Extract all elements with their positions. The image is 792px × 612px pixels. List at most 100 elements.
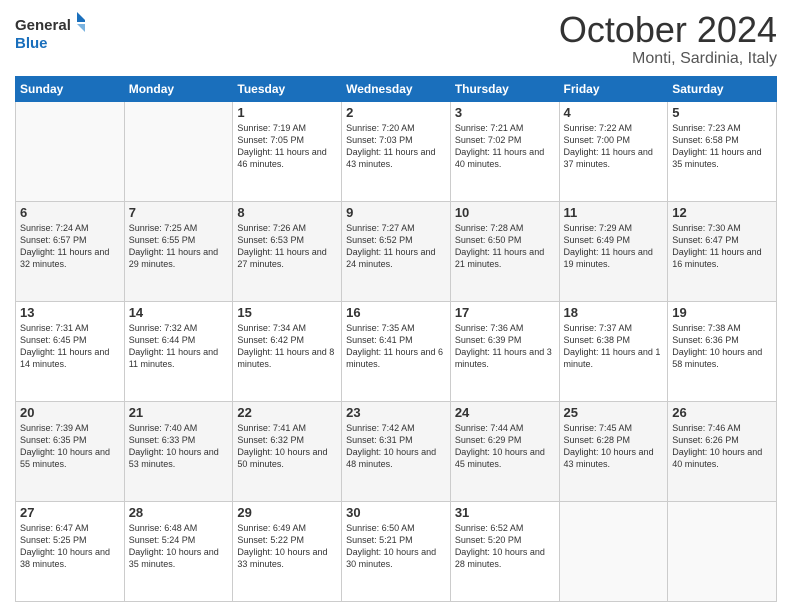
calendar-cell: 20Sunrise: 7:39 AM Sunset: 6:35 PM Dayli… [16,401,125,501]
day-info: Sunrise: 6:47 AM Sunset: 5:25 PM Dayligh… [20,522,120,571]
calendar-cell: 1 Sunrise: 7:19 AM Sunset: 7:05 PM Daylig… [233,101,342,201]
day-number: 24 [455,405,555,420]
calendar-header-row: SundayMondayTuesdayWednesdayThursdayFrid… [16,76,777,101]
day-info: Sunrise: 7:34 AM Sunset: 6:42 PM Dayligh… [237,322,337,371]
calendar-cell: 29 Sunrise: 6:49 AM Sunset: 5:22 PM Dayli… [233,501,342,601]
day-info: Sunrise: 7:44 AM Sunset: 6:29 PM Dayligh… [455,422,555,471]
day-info: Sunrise: 7:37 AM Sunset: 6:38 PM Dayligh… [564,322,664,371]
page: General Blue October 2024 Monti, Sardini… [0,0,792,612]
calendar-cell: 10Sunrise: 7:28 AM Sunset: 6:50 PM Dayli… [450,201,559,301]
col-header-friday: Friday [559,76,668,101]
calendar-cell: 21 Sunrise: 7:40 AM Sunset: 6:33 PM Dayli… [124,401,233,501]
svg-text:General: General [15,17,71,34]
day-number: 4 [564,105,664,120]
calendar-cell: 9 Sunrise: 7:27 AM Sunset: 6:52 PM Daylig… [342,201,451,301]
calendar-cell: 17 Sunrise: 7:36 AM Sunset: 6:39 PM Dayli… [450,301,559,401]
day-number: 20 [20,405,120,420]
logo: General Blue [15,10,85,55]
day-info: Sunrise: 7:35 AM Sunset: 6:41 PM Dayligh… [346,322,446,371]
calendar-cell: 4 Sunrise: 7:22 AM Sunset: 7:00 PM Daylig… [559,101,668,201]
calendar-cell: 8Sunrise: 7:26 AM Sunset: 6:53 PM Daylig… [233,201,342,301]
day-number: 17 [455,305,555,320]
col-header-monday: Monday [124,76,233,101]
day-info: Sunrise: 7:45 AM Sunset: 6:28 PM Dayligh… [564,422,664,471]
calendar-cell: 26 Sunrise: 7:46 AM Sunset: 6:26 PM Dayli… [668,401,777,501]
day-info: Sunrise: 7:25 AM Sunset: 6:55 PM Dayligh… [129,222,229,271]
day-number: 1 [237,105,337,120]
day-number: 26 [672,405,772,420]
calendar-cell [559,501,668,601]
day-number: 28 [129,505,229,520]
day-info: Sunrise: 7:32 AM Sunset: 6:44 PM Dayligh… [129,322,229,371]
day-number: 29 [237,505,337,520]
day-number: 25 [564,405,664,420]
day-number: 6 [20,205,120,220]
svg-text:Blue: Blue [15,35,48,52]
day-number: 9 [346,205,446,220]
day-number: 3 [455,105,555,120]
day-info: Sunrise: 7:29 AM Sunset: 6:49 PM Dayligh… [564,222,664,271]
day-number: 27 [20,505,120,520]
day-info: Sunrise: 7:38 AM Sunset: 6:36 PM Dayligh… [672,322,772,371]
calendar-cell: 24 Sunrise: 7:44 AM Sunset: 6:29 PM Dayli… [450,401,559,501]
calendar-cell: 14 Sunrise: 7:32 AM Sunset: 6:44 PM Dayli… [124,301,233,401]
col-header-saturday: Saturday [668,76,777,101]
week-row-1: 1 Sunrise: 7:19 AM Sunset: 7:05 PM Daylig… [16,101,777,201]
week-row-5: 27 Sunrise: 6:47 AM Sunset: 5:25 PM Dayli… [16,501,777,601]
day-number: 11 [564,205,664,220]
col-header-thursday: Thursday [450,76,559,101]
day-info: Sunrise: 6:49 AM Sunset: 5:22 PM Dayligh… [237,522,337,571]
day-number: 31 [455,505,555,520]
week-row-2: 6Sunrise: 7:24 AM Sunset: 6:57 PM Daylig… [16,201,777,301]
calendar-cell: 13 Sunrise: 7:31 AM Sunset: 6:45 PM Dayli… [16,301,125,401]
day-info: Sunrise: 7:31 AM Sunset: 6:45 PM Dayligh… [20,322,120,371]
col-header-tuesday: Tuesday [233,76,342,101]
day-number: 15 [237,305,337,320]
week-row-3: 13 Sunrise: 7:31 AM Sunset: 6:45 PM Dayli… [16,301,777,401]
calendar-cell: 23Sunrise: 7:42 AM Sunset: 6:31 PM Dayli… [342,401,451,501]
day-number: 7 [129,205,229,220]
day-info: Sunrise: 7:27 AM Sunset: 6:52 PM Dayligh… [346,222,446,271]
calendar-cell: 11 Sunrise: 7:29 AM Sunset: 6:49 PM Dayli… [559,201,668,301]
day-info: Sunrise: 7:28 AM Sunset: 6:50 PM Dayligh… [455,222,555,271]
day-number: 16 [346,305,446,320]
calendar-cell: 2 Sunrise: 7:20 AM Sunset: 7:03 PM Daylig… [342,101,451,201]
day-info: Sunrise: 7:30 AM Sunset: 6:47 PM Dayligh… [672,222,772,271]
calendar-cell: 19 Sunrise: 7:38 AM Sunset: 6:36 PM Dayli… [668,301,777,401]
day-info: Sunrise: 7:40 AM Sunset: 6:33 PM Dayligh… [129,422,229,471]
day-number: 19 [672,305,772,320]
day-number: 18 [564,305,664,320]
day-info: Sunrise: 7:21 AM Sunset: 7:02 PM Dayligh… [455,122,555,171]
title-block: October 2024 Monti, Sardinia, Italy [559,10,777,68]
day-info: Sunrise: 7:19 AM Sunset: 7:05 PM Dayligh… [237,122,337,171]
day-number: 21 [129,405,229,420]
col-header-sunday: Sunday [16,76,125,101]
calendar-cell: 25 Sunrise: 7:45 AM Sunset: 6:28 PM Dayli… [559,401,668,501]
day-number: 22 [237,405,337,420]
calendar-cell: 12 Sunrise: 7:30 AM Sunset: 6:47 PM Dayli… [668,201,777,301]
calendar-cell: 28Sunrise: 6:48 AM Sunset: 5:24 PM Dayli… [124,501,233,601]
calendar-cell: 27 Sunrise: 6:47 AM Sunset: 5:25 PM Dayli… [16,501,125,601]
day-number: 13 [20,305,120,320]
day-info: Sunrise: 7:46 AM Sunset: 6:26 PM Dayligh… [672,422,772,471]
day-info: Sunrise: 7:20 AM Sunset: 7:03 PM Dayligh… [346,122,446,171]
calendar-cell: 15 Sunrise: 7:34 AM Sunset: 6:42 PM Dayli… [233,301,342,401]
calendar-cell [16,101,125,201]
day-info: Sunrise: 7:23 AM Sunset: 6:58 PM Dayligh… [672,122,772,171]
day-info: Sunrise: 7:36 AM Sunset: 6:39 PM Dayligh… [455,322,555,371]
day-number: 2 [346,105,446,120]
calendar-cell: 3 Sunrise: 7:21 AM Sunset: 7:02 PM Daylig… [450,101,559,201]
day-info: Sunrise: 7:41 AM Sunset: 6:32 PM Dayligh… [237,422,337,471]
logo-svg: General Blue [15,10,85,55]
calendar-cell: 22 Sunrise: 7:41 AM Sunset: 6:32 PM Dayli… [233,401,342,501]
calendar-cell: 6Sunrise: 7:24 AM Sunset: 6:57 PM Daylig… [16,201,125,301]
calendar-cell [668,501,777,601]
day-number: 30 [346,505,446,520]
header: General Blue October 2024 Monti, Sardini… [15,10,777,68]
calendar-table: SundayMondayTuesdayWednesdayThursdayFrid… [15,76,777,602]
month-title: October 2024 [559,10,777,50]
calendar-cell: 31Sunrise: 6:52 AM Sunset: 5:20 PM Dayli… [450,501,559,601]
day-number: 14 [129,305,229,320]
day-number: 12 [672,205,772,220]
day-info: Sunrise: 7:22 AM Sunset: 7:00 PM Dayligh… [564,122,664,171]
